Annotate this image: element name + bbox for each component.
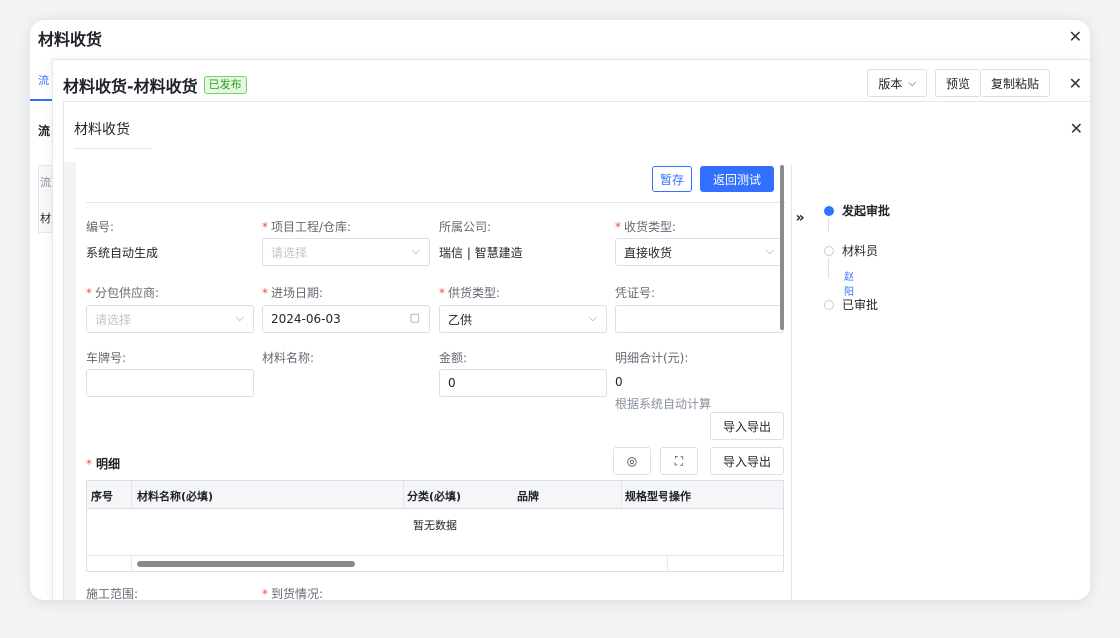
flow-node-approved: 已审批 <box>824 296 878 313</box>
flow-node-material-clerk: 材料员 <box>824 242 878 259</box>
col-category: 分类(必填) <box>407 490 462 503</box>
supply-type-select[interactable]: 乙供 ⌵ <box>439 305 607 333</box>
col-brand: 品牌 <box>517 490 539 503</box>
preview-button[interactable]: 预览 <box>934 69 981 97</box>
return-test-button[interactable]: 返回测试 <box>700 166 774 192</box>
project-select[interactable]: 请选择 ⌵ <box>262 238 430 266</box>
detail-section-title: * 明细 <box>86 457 121 471</box>
detail-total-label: 明细合计(元): <box>615 351 689 365</box>
process-close-icon[interactable]: ✕ <box>1069 76 1082 92</box>
outer-tab-stub[interactable]: 流 <box>38 72 49 88</box>
flow-dot-active <box>824 205 834 216</box>
flow-separator <box>791 164 792 600</box>
scope-label: 施工范围: <box>86 587 139 600</box>
tab-material-receipt[interactable]: 材料收货 <box>74 119 130 139</box>
outer-close-icon[interactable]: ✕ <box>1069 29 1082 45</box>
amount-label: 金额: <box>439 351 468 365</box>
flow-dot <box>824 245 834 256</box>
plate-input[interactable] <box>86 369 254 397</box>
receipt-form: 暂存 返回测试 编号: 系统自动生成 * 项目工程/仓库: 请选择 ⌵ 所属公司:… <box>86 162 794 600</box>
copy-paste-button[interactable]: 复制粘贴 <box>980 69 1050 97</box>
settings-icon-button[interactable]: ◎ <box>613 447 651 475</box>
chevron-down-icon: ⌵ <box>765 244 774 257</box>
settings-icon: ◎ <box>626 454 638 468</box>
flow-node-start: 发起审批 <box>824 202 890 219</box>
calendar-icon: ▢ <box>409 311 420 324</box>
outer-tab-underline <box>30 99 52 101</box>
chevron-down-icon: ⌵ <box>908 77 916 89</box>
supplier-label: * 分包供应商: <box>86 286 160 300</box>
chevron-down-icon: ⌵ <box>588 311 597 324</box>
flow-dot <box>824 299 834 310</box>
version-label: 版本 <box>878 76 903 91</box>
version-dropdown[interactable]: 版本 ⌵ <box>867 69 927 97</box>
chevron-down-icon: ⌵ <box>235 311 244 324</box>
form-panel: 材料收货 ✕ 暂存 返回测试 编号: 系统自动生成 * 项目工程/仓库: 请选择 … <box>63 101 1090 600</box>
chevron-down-icon: ⌵ <box>411 244 420 257</box>
outer-window: 材料收货 ✕ 流 流 流 材 材料收货-材料收货 已发布 版本 ⌵ 预览 复制粘… <box>30 20 1090 600</box>
process-title-text: 材料收货-材料收货 <box>63 77 198 96</box>
left-gutter <box>64 162 76 600</box>
code-label: 编号: <box>86 220 115 234</box>
entry-date-picker[interactable]: 2024-06-03 ▢ <box>262 305 430 333</box>
voucher-label: 凭证号: <box>615 286 656 300</box>
entry-date-label: * 进场日期: <box>262 286 324 300</box>
col-actions: 操作 <box>669 490 691 503</box>
detail-table: 序号 材料名称(必填) 分类(必填) 品牌 规格型号 操作 暂无数据 <box>86 480 784 572</box>
outer-stub-header: 流 <box>40 176 51 189</box>
import-export-button-top[interactable]: 导入导出 <box>710 412 784 440</box>
supplier-select[interactable]: 请选择 ⌵ <box>86 305 254 333</box>
table-scrollbar-thumb[interactable] <box>137 561 355 567</box>
company-label: 所属公司: <box>439 220 492 234</box>
panel-close-icon[interactable]: ✕ <box>1070 121 1083 137</box>
receive-type-label: * 收货类型: <box>615 220 677 234</box>
table-scrollbar[interactable] <box>87 555 783 571</box>
collapse-icon[interactable]: » <box>792 207 808 229</box>
col-spec: 规格型号 <box>625 490 667 503</box>
fullscreen-icon: ⛶ <box>674 453 684 468</box>
empty-state: 暂无数据 <box>413 519 457 532</box>
process-window: 材料收货-材料收货 已发布 版本 ⌵ 预览 复制粘贴 ✕ 材料收货 ✕ 暂存 返… <box>52 59 1090 600</box>
table-header: 序号 材料名称(必填) 分类(必填) 品牌 规格型号 操作 <box>87 481 783 509</box>
col-material-name: 材料名称(必填) <box>137 490 214 503</box>
outer-window-title: 材料收货 <box>38 30 103 49</box>
form-divider <box>86 202 786 203</box>
plate-label: 车牌号: <box>86 351 127 365</box>
save-draft-button[interactable]: 暂存 <box>652 166 692 192</box>
process-window-title: 材料收货-材料收货 已发布 <box>63 73 247 97</box>
col-index: 序号 <box>91 490 113 503</box>
arrival-label: * 到货情况: <box>262 587 324 600</box>
supply-type-label: * 供货类型: <box>439 286 501 300</box>
amount-input[interactable]: 0 <box>439 369 607 397</box>
outer-stub-row[interactable]: 材 <box>40 210 51 226</box>
process-toolbar: 版本 ⌵ 预览 复制粘贴 <box>867 69 1050 97</box>
tab-underline <box>74 148 152 149</box>
form-scrollbar[interactable] <box>780 165 784 330</box>
fullscreen-icon-button[interactable]: ⛶ <box>660 447 698 475</box>
status-badge: 已发布 <box>203 76 247 94</box>
code-value: 系统自动生成 <box>86 246 159 260</box>
preview-copy-group: 预览 复制粘贴 <box>934 69 1050 97</box>
company-value: 瑞信 | 智慧建造 <box>439 246 523 260</box>
material-name-label: 材料名称: <box>262 351 315 365</box>
project-label: * 项目工程/仓库: <box>262 220 352 234</box>
receive-type-select[interactable]: 直接收货 ⌵ <box>615 238 784 266</box>
flow-assignee: 赵阳 <box>844 272 854 298</box>
detail-total-note: 根据系统自动计算 <box>615 397 712 411</box>
import-export-button[interactable]: 导入导出 <box>710 447 784 475</box>
voucher-input[interactable] <box>615 305 784 333</box>
detail-total-value: 0 <box>615 375 623 389</box>
outer-stub-label: 流 <box>38 124 51 138</box>
